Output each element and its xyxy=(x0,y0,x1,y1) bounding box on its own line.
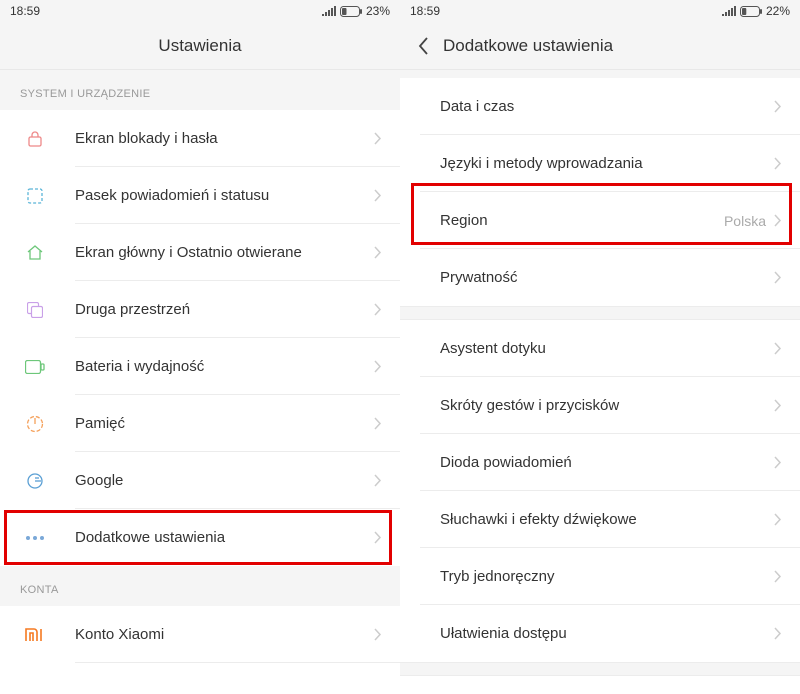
storage-icon xyxy=(20,415,50,433)
item-notification-bar[interactable]: Pasek powiadomień i statusu xyxy=(0,167,400,224)
item-label: Druga przestrzeń xyxy=(75,301,374,318)
chevron-right-icon xyxy=(374,303,382,316)
item-label: Asystent dotyku xyxy=(440,340,774,357)
item-backup-reset[interactable]: Kopia i kasowanie danych xyxy=(400,676,800,694)
item-lock-screen[interactable]: Ekran blokady i hasła xyxy=(0,110,400,167)
item-second-space[interactable]: Druga przestrzeń xyxy=(0,281,400,338)
mi-logo-icon xyxy=(20,628,50,642)
chevron-right-icon xyxy=(774,570,782,583)
item-gesture-shortcuts[interactable]: Skróty gestów i przycisków xyxy=(400,377,800,434)
chevron-right-icon xyxy=(374,474,382,487)
chevron-right-icon xyxy=(374,360,382,373)
content[interactable]: SYSTEM I URZĄDZENIE Ekran blokady i hasł… xyxy=(0,70,400,694)
item-label: Data i czas xyxy=(440,98,774,115)
battery-icon xyxy=(340,6,362,17)
battery-icon xyxy=(740,6,762,17)
chevron-right-icon xyxy=(774,513,782,526)
chevron-right-icon xyxy=(374,189,382,202)
item-label: Pasek powiadomień i statusu xyxy=(75,187,374,204)
item-label: Bateria i wydajność xyxy=(75,358,374,375)
page-title: Dodatkowe ustawienia xyxy=(443,36,613,56)
chevron-right-icon xyxy=(374,132,382,145)
item-headphones-audio[interactable]: Słuchawki i efekty dźwiękowe xyxy=(400,491,800,548)
chevron-right-icon xyxy=(374,628,382,641)
chevron-right-icon xyxy=(774,399,782,412)
status-time: 18:59 xyxy=(410,4,440,18)
lock-icon xyxy=(20,130,50,148)
item-label: Skróty gestów i przycisków xyxy=(440,397,774,414)
item-languages[interactable]: Języki i metody wprowadzania xyxy=(400,135,800,192)
item-value: Polska xyxy=(724,213,766,229)
chevron-right-icon xyxy=(774,157,782,170)
back-button[interactable] xyxy=(418,37,429,55)
item-label: Ułatwienia dostępu xyxy=(440,625,774,642)
status-time: 18:59 xyxy=(10,4,40,18)
dual-space-icon xyxy=(20,302,50,318)
signal-icon xyxy=(722,6,736,16)
item-label: Ekran blokady i hasła xyxy=(75,130,374,147)
item-home-recent[interactable]: Ekran główny i Ostatnio otwierane xyxy=(0,224,400,281)
chevron-right-icon xyxy=(774,214,782,227)
chevron-right-icon xyxy=(774,342,782,355)
item-label: Dodatkowe ustawienia xyxy=(75,529,374,546)
battery-percent: 22% xyxy=(766,4,790,18)
item-date-time[interactable]: Data i czas xyxy=(400,78,800,135)
more-dots-icon xyxy=(20,535,50,541)
notification-icon xyxy=(20,187,50,205)
item-label: Konto Xiaomi xyxy=(75,626,374,643)
chevron-right-icon xyxy=(774,627,782,640)
item-label: Tryb jednoręczny xyxy=(440,568,774,585)
item-label: Języki i metody wprowadzania xyxy=(440,155,774,172)
section-label-system: SYSTEM I URZĄDZENIE xyxy=(0,70,400,110)
chevron-right-icon xyxy=(774,100,782,113)
item-google[interactable]: Google xyxy=(0,452,400,509)
section-label-accounts: KONTA xyxy=(0,566,400,606)
item-label: Google xyxy=(75,472,374,489)
item-storage[interactable]: Pamięć xyxy=(0,395,400,452)
chevron-right-icon xyxy=(774,271,782,284)
chevron-right-icon xyxy=(374,417,382,430)
item-region[interactable]: Region Polska xyxy=(400,192,800,249)
chevron-right-icon xyxy=(374,246,382,259)
item-touch-assistant[interactable]: Asystent dotyku xyxy=(400,320,800,377)
header: Ustawienia xyxy=(0,22,400,70)
item-label: Ekran główny i Ostatnio otwierane xyxy=(75,244,374,261)
item-label: Prywatność xyxy=(440,269,774,286)
left-screen: 18:59 23% Ustawienia SYSTEM I URZĄDZENIE… xyxy=(0,0,400,694)
battery-percent: 23% xyxy=(366,4,390,18)
home-icon xyxy=(20,244,50,262)
item-accessibility[interactable]: Ułatwienia dostępu xyxy=(400,605,800,662)
page-title: Ustawienia xyxy=(158,36,241,56)
item-label: Region xyxy=(440,212,724,229)
item-one-handed[interactable]: Tryb jednoręczny xyxy=(400,548,800,605)
right-screen: 18:59 22% Dodatkowe ustawienia Data i cz… xyxy=(400,0,800,694)
item-additional-settings[interactable]: Dodatkowe ustawienia xyxy=(0,509,400,566)
item-mi-account[interactable]: Konto Xiaomi xyxy=(0,606,400,663)
chevron-right-icon xyxy=(374,531,382,544)
status-bar: 18:59 23% xyxy=(0,0,400,22)
item-label: Dioda powiadomień xyxy=(440,454,774,471)
header: Dodatkowe ustawienia xyxy=(400,22,800,70)
signal-icon xyxy=(322,6,336,16)
chevron-right-icon xyxy=(774,456,782,469)
status-bar: 18:59 22% xyxy=(400,0,800,22)
item-privacy[interactable]: Prywatność xyxy=(400,249,800,306)
content[interactable]: Data i czas Języki i metody wprowadzania… xyxy=(400,70,800,694)
google-icon xyxy=(20,472,50,490)
item-label: Słuchawki i efekty dźwiękowe xyxy=(440,511,774,528)
item-label: Pamięć xyxy=(75,415,374,432)
item-notification-light[interactable]: Dioda powiadomień xyxy=(400,434,800,491)
item-battery[interactable]: Bateria i wydajność xyxy=(0,338,400,395)
battery-perf-icon xyxy=(20,360,50,374)
